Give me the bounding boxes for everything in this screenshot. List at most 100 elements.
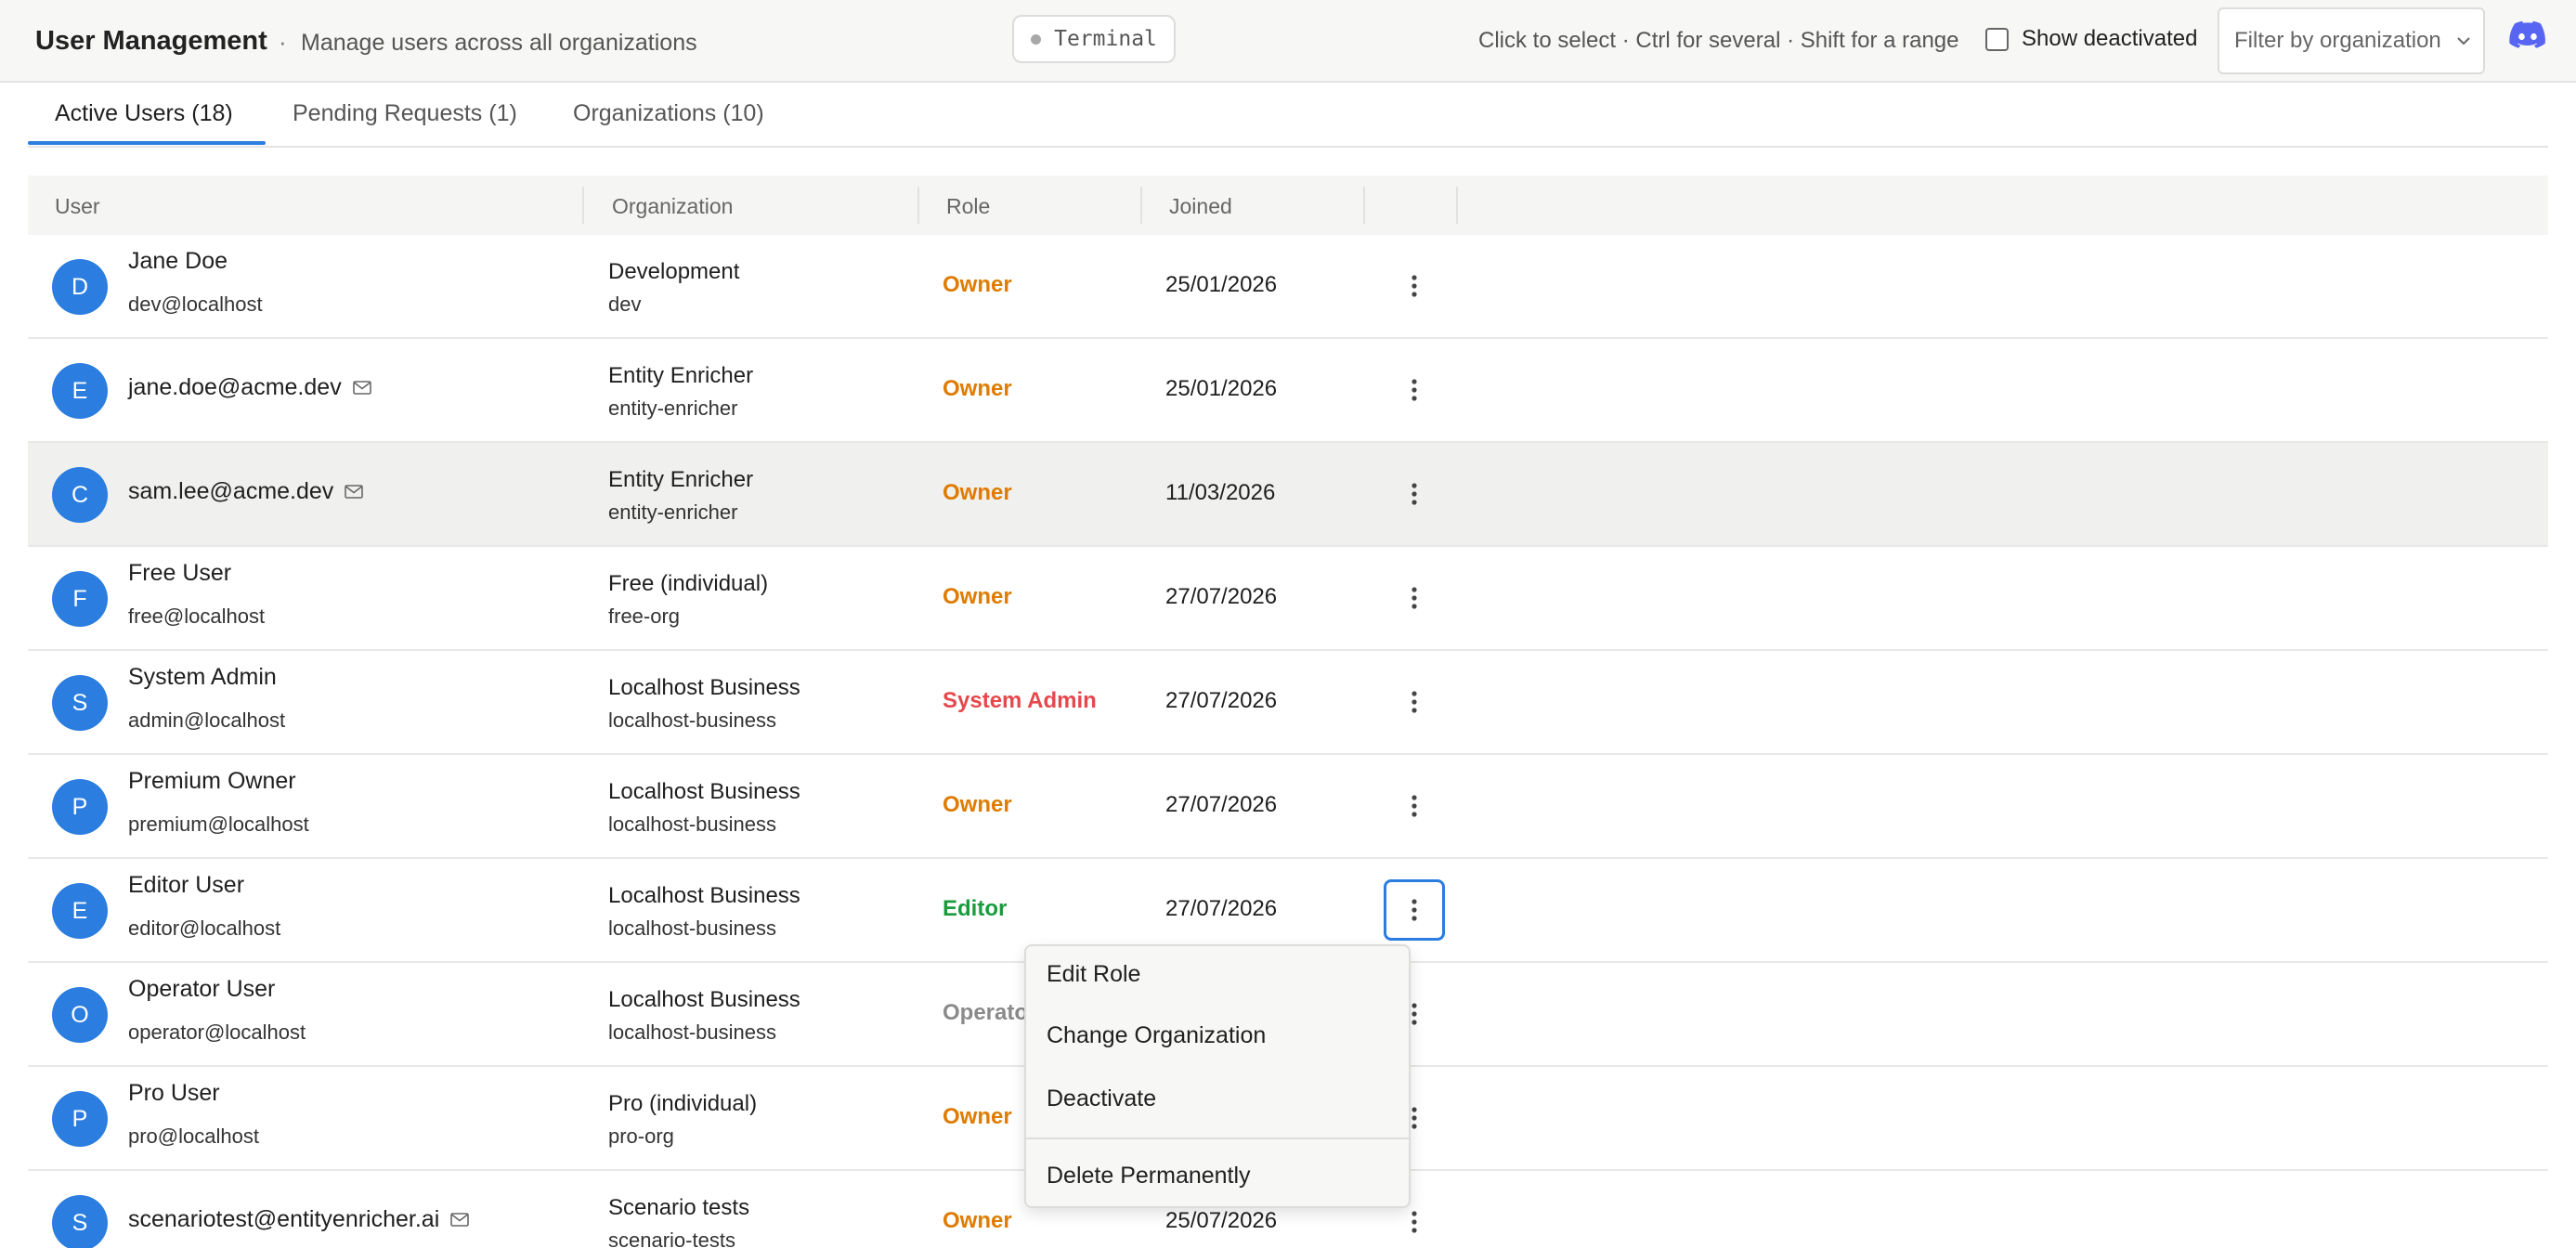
- discord-icon[interactable]: [2509, 20, 2546, 50]
- user-email: pro@localhost: [128, 1124, 259, 1148]
- mail-icon: [352, 381, 371, 395]
- more-vertical-icon: [1412, 1107, 1417, 1129]
- row-actions-menu: Edit Role Change Organization Deactivate…: [1024, 944, 1411, 1208]
- show-deactivated-checkbox[interactable]: [1985, 27, 2009, 51]
- role-badge: Operator: [943, 1000, 1037, 1025]
- row-actions-button[interactable]: [1384, 567, 1445, 629]
- more-vertical-icon: [1412, 691, 1417, 713]
- terminal-label: Terminal: [1054, 27, 1157, 51]
- column-resizer[interactable]: [1456, 187, 1458, 224]
- top-bar: User Management · Manage users across al…: [0, 0, 2576, 83]
- column-header-joined[interactable]: Joined: [1169, 194, 1232, 219]
- column-resizer[interactable]: [917, 187, 919, 224]
- row-actions-button[interactable]: [1384, 671, 1445, 733]
- menu-item-delete-permanently[interactable]: Delete Permanently: [1047, 1163, 1251, 1190]
- avatar: O: [52, 987, 108, 1043]
- joined-date: 27/07/2026: [1165, 792, 1278, 817]
- more-vertical-icon: [1412, 1211, 1417, 1233]
- column-header-organization[interactable]: Organization: [612, 194, 733, 219]
- user-email: scenariotest@entityenricher.ai: [128, 1206, 440, 1232]
- organization-slug: localhost-business: [608, 812, 776, 836]
- title-separator: ·: [279, 28, 287, 56]
- table-row[interactable]: D Jane Doe dev@localhost Development dev Owne…: [28, 235, 2548, 339]
- joined-date: 25/01/2026: [1165, 376, 1278, 401]
- menu-item-change-organization[interactable]: Change Organization: [1047, 1022, 1266, 1049]
- role-badge: Owner: [943, 272, 1012, 297]
- user-name: Premium Owner: [128, 768, 296, 794]
- tabs-divider: [28, 146, 2548, 148]
- organization-name: Localhost Business: [608, 987, 800, 1012]
- selection-hint: Click to select · Ctrl for several · Shi…: [1478, 28, 1959, 53]
- organization-slug: localhost-business: [608, 1020, 776, 1044]
- avatar: S: [52, 1195, 108, 1248]
- organization-slug: dev: [608, 292, 642, 316]
- row-actions-button[interactable]: [1384, 879, 1445, 941]
- menu-item-edit-role[interactable]: Edit Role: [1047, 961, 1140, 988]
- joined-date: 25/07/2026: [1165, 1208, 1278, 1233]
- column-resizer[interactable]: [1363, 187, 1365, 224]
- row-actions-button[interactable]: [1384, 255, 1445, 317]
- show-deactivated-toggle[interactable]: Show deactivated: [1985, 26, 2197, 52]
- avatar: S: [52, 675, 108, 731]
- column-header-role[interactable]: Role: [946, 194, 990, 219]
- user-email: admin@localhost: [128, 708, 286, 732]
- column-resizer[interactable]: [1140, 187, 1142, 224]
- avatar: P: [52, 779, 108, 835]
- avatar: D: [52, 259, 108, 315]
- organization-filter-select[interactable]: Filter by organization: [2218, 7, 2485, 74]
- status-dot-icon: [1031, 33, 1042, 45]
- organization-slug: pro-org: [608, 1124, 674, 1148]
- more-vertical-icon: [1412, 1003, 1417, 1025]
- mail-icon: [345, 485, 364, 499]
- column-resizer[interactable]: [582, 187, 584, 224]
- more-vertical-icon: [1412, 899, 1417, 921]
- joined-date: 11/03/2026: [1165, 480, 1276, 505]
- user-email: dev@localhost: [128, 292, 263, 316]
- role-badge: Editor: [943, 896, 1008, 921]
- table-row[interactable]: S System Admin admin@localhost Localhost Bu…: [28, 651, 2548, 755]
- user-email: editor@localhost: [128, 916, 281, 940]
- user-name: Operator User: [128, 976, 276, 1002]
- menu-item-deactivate[interactable]: Deactivate: [1047, 1086, 1156, 1112]
- organization-slug: scenario-tests: [608, 1228, 735, 1248]
- page-subtitle: Manage users across all organizations: [301, 30, 697, 56]
- user-email: free@localhost: [128, 604, 266, 628]
- row-actions-button[interactable]: [1384, 359, 1445, 421]
- tab-pending-requests[interactable]: Pending Requests (1): [293, 100, 517, 127]
- organization-name: Localhost Business: [608, 779, 800, 804]
- organization-slug: localhost-business: [608, 708, 776, 732]
- user-name: Pro User: [128, 1080, 220, 1106]
- user-email-primary: scenariotest@entityenricher.ai: [128, 1206, 470, 1233]
- user-email: jane.doe@acme.dev: [128, 374, 342, 400]
- role-badge: System Admin: [943, 688, 1097, 713]
- organization-name: Development: [608, 259, 740, 284]
- joined-date: 27/07/2026: [1165, 584, 1278, 609]
- organization-name: Entity Enricher: [608, 363, 754, 388]
- table-row[interactable]: P Premium Owner premium@localhost Localhost…: [28, 755, 2548, 859]
- table-row[interactable]: Csam.lee@acme.dev Entity Enricher entity-e…: [28, 443, 2548, 547]
- avatar: C: [52, 467, 108, 523]
- column-header-user[interactable]: User: [55, 194, 100, 219]
- organization-name: Entity Enricher: [608, 467, 754, 492]
- table-row[interactable]: Ejane.doe@acme.dev Entity Enricher entity-…: [28, 339, 2548, 443]
- role-badge: Owner: [943, 376, 1012, 401]
- user-email-primary: sam.lee@acme.dev: [128, 478, 364, 505]
- tab-active-users[interactable]: Active Users (18): [55, 100, 233, 127]
- menu-divider: [1026, 1138, 1409, 1139]
- organization-name: Pro (individual): [608, 1091, 758, 1116]
- terminal-button[interactable]: Terminal: [1012, 15, 1176, 63]
- row-actions-button[interactable]: [1384, 463, 1445, 525]
- role-badge: Owner: [943, 1208, 1012, 1233]
- organization-slug: free-org: [608, 604, 681, 628]
- user-name: Jane Doe: [128, 248, 228, 274]
- user-email: operator@localhost: [128, 1020, 306, 1044]
- more-vertical-icon: [1412, 587, 1417, 609]
- table-row[interactable]: F Free User free@localhost Free (individual…: [28, 547, 2548, 651]
- tab-organizations[interactable]: Organizations (10): [573, 100, 764, 127]
- organization-name: Scenario tests: [608, 1195, 750, 1220]
- avatar: E: [52, 363, 108, 419]
- role-badge: Owner: [943, 480, 1012, 505]
- organization-filter-placeholder: Filter by organization: [2234, 28, 2441, 53]
- row-actions-button[interactable]: [1384, 775, 1445, 837]
- user-name: Free User: [128, 560, 232, 586]
